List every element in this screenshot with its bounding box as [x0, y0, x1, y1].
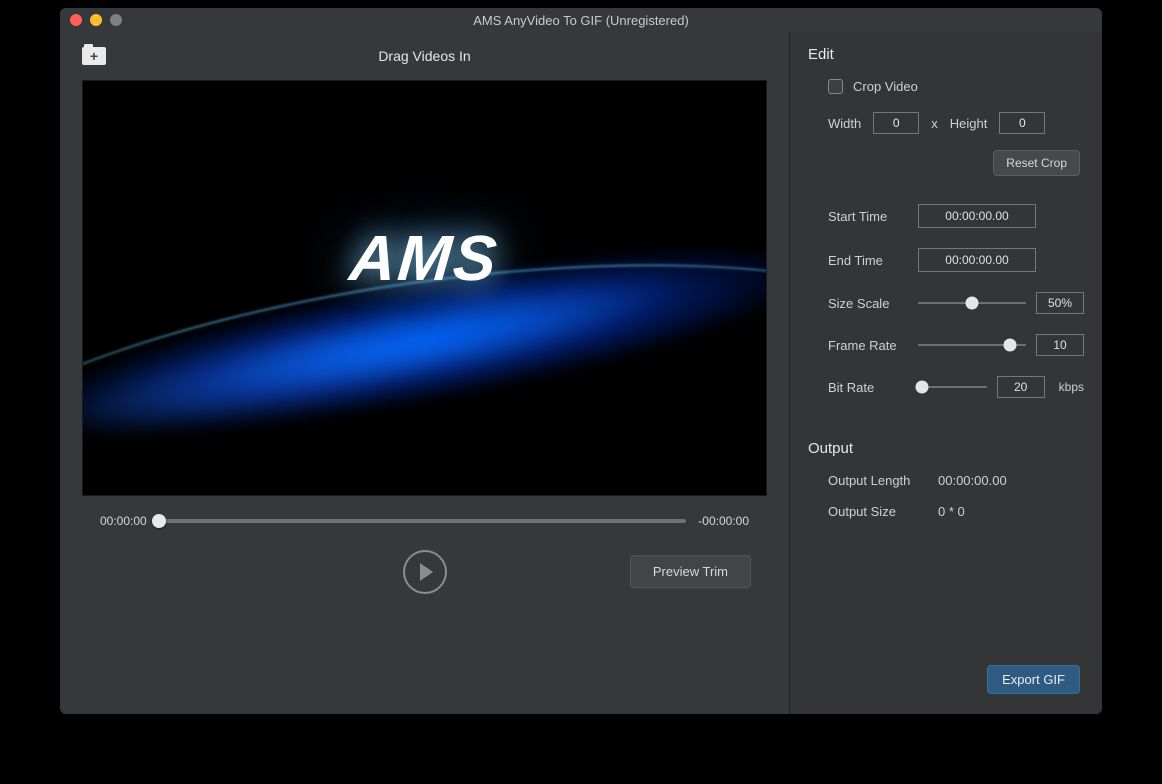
- bit-rate-value[interactable]: 20: [997, 376, 1045, 398]
- output-size-value: 0 * 0: [938, 504, 965, 519]
- size-scale-slider[interactable]: [918, 302, 1026, 304]
- preview-trim-button[interactable]: Preview Trim: [630, 555, 751, 588]
- bit-rate-label: Bit Rate: [828, 380, 918, 395]
- export-gif-button[interactable]: Export GIF: [987, 665, 1080, 694]
- end-time-label: End Time: [828, 253, 918, 268]
- size-scale-thumb[interactable]: [966, 297, 979, 310]
- video-preview-area[interactable]: AMS: [82, 80, 767, 496]
- output-length-value: 00:00:00.00: [938, 473, 1007, 488]
- ams-logo: AMS: [347, 221, 502, 295]
- size-scale-label: Size Scale: [828, 296, 918, 311]
- reset-crop-button[interactable]: Reset Crop: [993, 150, 1080, 176]
- start-time-label: Start Time: [828, 209, 918, 224]
- timeline-remaining: -00:00:00: [698, 514, 749, 528]
- start-time-input[interactable]: 00:00:00.00: [918, 204, 1036, 228]
- size-scale-row: Size Scale 50%: [828, 292, 1084, 314]
- start-time-row: Start Time 00:00:00.00: [828, 204, 1084, 228]
- frame-rate-row: Frame Rate 10: [828, 334, 1084, 356]
- crop-video-row: Crop Video: [828, 79, 1084, 94]
- x-label: x: [931, 116, 938, 131]
- frame-rate-label: Frame Rate: [828, 338, 918, 353]
- window-title: AMS AnyVideo To GIF (Unregistered): [60, 13, 1102, 28]
- height-label: Height: [950, 116, 988, 131]
- output-size-row: Output Size 0 * 0: [808, 504, 1084, 519]
- left-toolbar: + Drag Videos In: [60, 32, 789, 80]
- frame-rate-thumb[interactable]: [1003, 339, 1016, 352]
- end-time-input[interactable]: 00:00:00.00: [918, 248, 1036, 272]
- bit-rate-unit: kbps: [1059, 380, 1084, 394]
- timeline-thumb[interactable]: [152, 514, 166, 528]
- drag-videos-label: Drag Videos In: [60, 48, 789, 64]
- height-input[interactable]: 0: [999, 112, 1045, 134]
- right-pane: Edit Crop Video Width 0 x Height 0 Reset…: [790, 32, 1102, 714]
- width-input[interactable]: 0: [873, 112, 919, 134]
- play-button[interactable]: [403, 550, 447, 594]
- timeline-current: 00:00:00: [100, 514, 147, 528]
- titlebar: AMS AnyVideo To GIF (Unregistered): [60, 8, 1102, 32]
- output-section: Output Output Length 00:00:00.00 Output …: [808, 440, 1084, 535]
- frame-rate-value[interactable]: 10: [1036, 334, 1084, 356]
- dimensions-row: Width 0 x Height 0: [828, 112, 1084, 134]
- play-icon: [420, 563, 433, 581]
- controls-row: Preview Trim: [60, 534, 789, 616]
- timeline: 00:00:00 -00:00:00: [60, 496, 789, 534]
- output-size-label: Output Size: [828, 504, 938, 519]
- width-label: Width: [828, 116, 861, 131]
- left-pane: + Drag Videos In AMS 00:00:00 -00:00:00: [60, 32, 790, 714]
- frame-rate-slider[interactable]: [918, 344, 1026, 346]
- bit-rate-slider[interactable]: [918, 386, 987, 388]
- bit-rate-thumb[interactable]: [916, 381, 929, 394]
- app-body: + Drag Videos In AMS 00:00:00 -00:00:00: [60, 32, 1102, 714]
- edit-body: Crop Video Width 0 x Height 0 Reset Crop…: [808, 79, 1084, 418]
- size-scale-value[interactable]: 50%: [1036, 292, 1084, 314]
- bit-rate-row: Bit Rate 20 kbps: [828, 376, 1084, 398]
- crop-video-checkbox[interactable]: [828, 79, 843, 94]
- output-length-label: Output Length: [828, 473, 938, 488]
- end-time-row: End Time 00:00:00.00: [828, 248, 1084, 272]
- output-section-title: Output: [808, 440, 1084, 457]
- timeline-track[interactable]: [159, 519, 687, 523]
- crop-video-label: Crop Video: [853, 79, 918, 94]
- output-length-row: Output Length 00:00:00.00: [808, 473, 1084, 488]
- app-window: AMS AnyVideo To GIF (Unregistered) + Dra…: [60, 8, 1102, 714]
- edit-section-title: Edit: [808, 46, 1084, 63]
